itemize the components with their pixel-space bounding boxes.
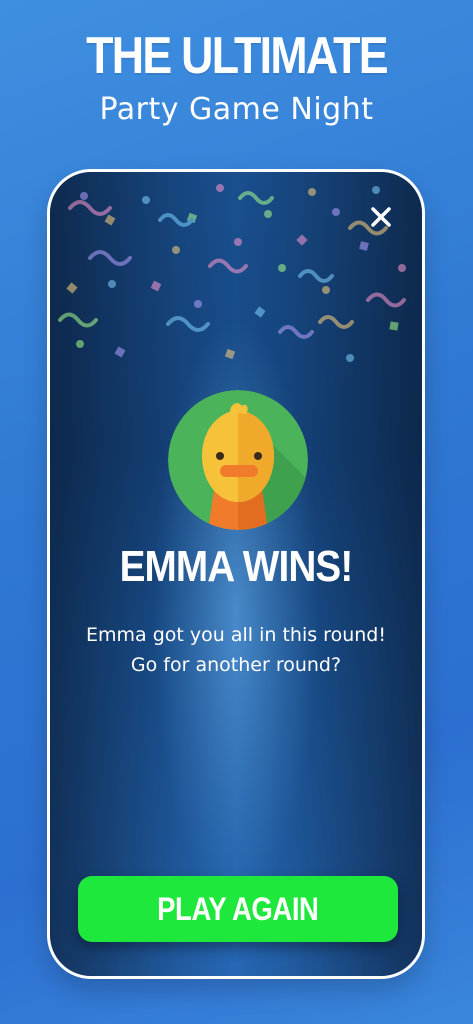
close-icon[interactable] [368,204,394,230]
play-again-button[interactable]: PLAY AGAIN [78,876,398,942]
headline-subtitle: Party Game Night [99,92,374,127]
winner-message-line-2: Go for another round? [130,654,342,676]
winner-title: EMMA WINS! [119,542,354,591]
confetti-decoration [58,184,406,362]
phone-screen: EMMA WINS! Emma got you all in this roun… [47,169,425,979]
winner-message: Emma got you all in this round! Go for a… [50,620,422,680]
winner-message-line-1: Emma got you all in this round! [86,624,386,646]
headline-title: THE ULTIMATE [86,27,388,85]
play-again-label: PLAY AGAIN [157,890,319,927]
duck-avatar-icon [168,390,308,530]
